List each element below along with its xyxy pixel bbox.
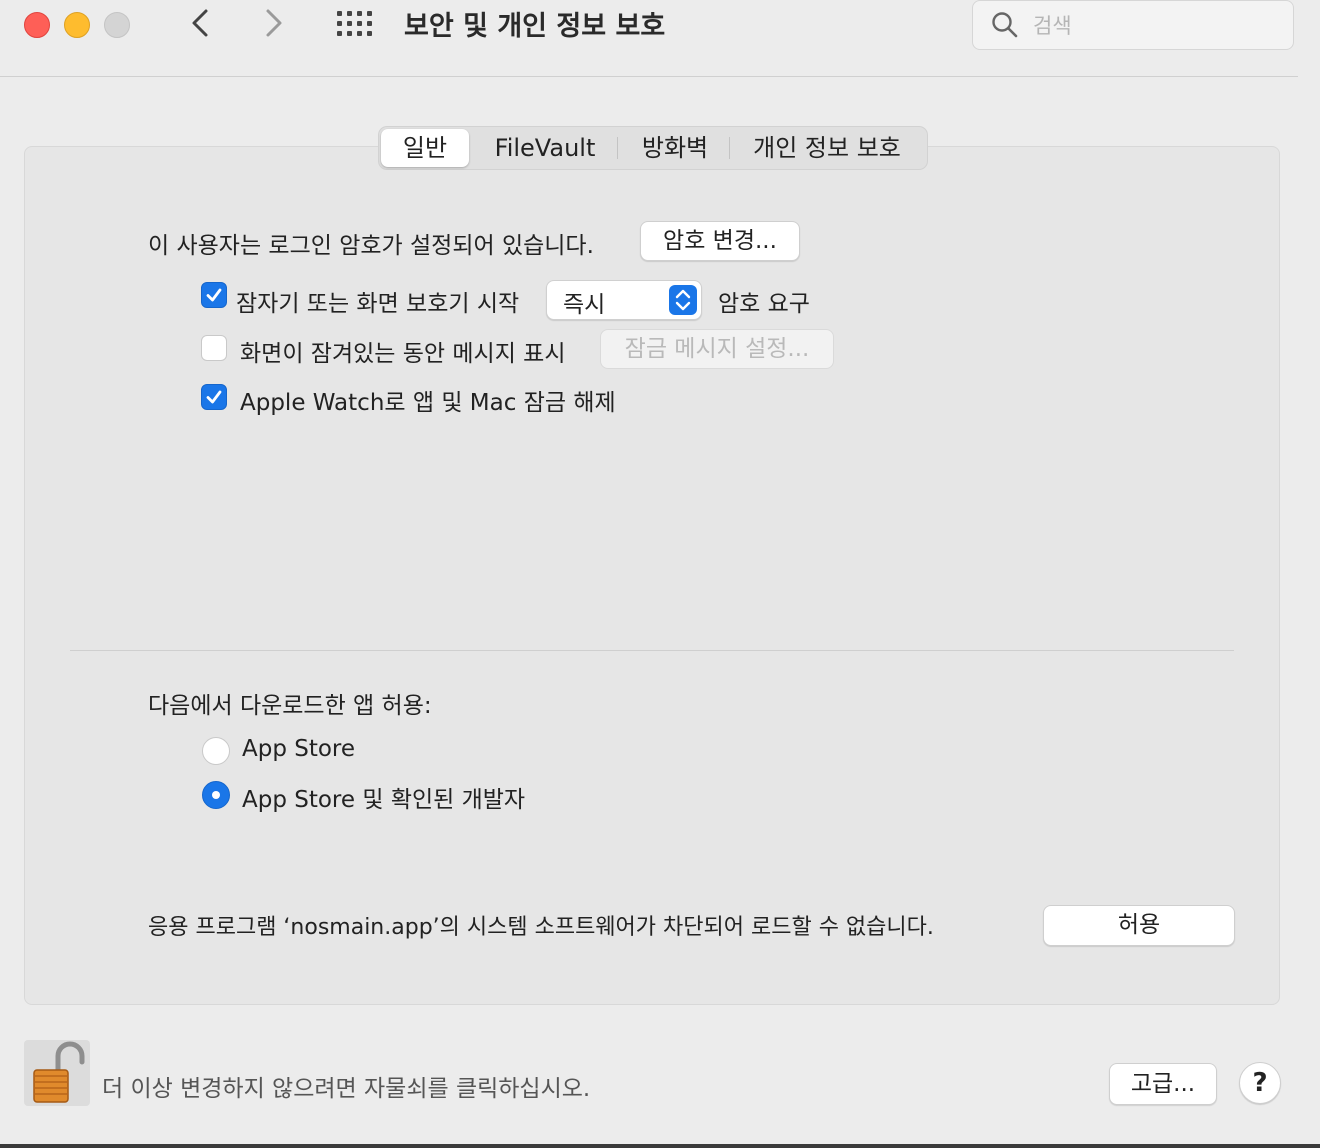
checkmark-icon bbox=[206, 288, 222, 302]
radio-app-store[interactable] bbox=[202, 737, 230, 765]
search-input[interactable] bbox=[1031, 9, 1275, 43]
back-chevron-icon bbox=[192, 9, 208, 37]
window-bottom-edge bbox=[0, 1144, 1320, 1148]
allow-downloads-heading: 다음에서 다운로드한 앱 허용: bbox=[148, 693, 432, 719]
blocked-software-message: 응용 프로그램 ‘nosmain.app’의 시스템 소프트웨어가 차단되어 로… bbox=[148, 915, 934, 940]
tab-filevault[interactable]: FileVault bbox=[475, 127, 615, 169]
back-button[interactable] bbox=[184, 6, 216, 40]
search-field[interactable] bbox=[972, 0, 1294, 50]
section-divider bbox=[70, 650, 1234, 651]
password-status-label: 이 사용자는 로그인 암호가 설정되어 있습니다. bbox=[148, 233, 594, 259]
radio-app-store-identified-developers[interactable] bbox=[202, 781, 230, 809]
unlocked-padlock-icon bbox=[33, 1041, 85, 1103]
minimize-button[interactable] bbox=[64, 12, 90, 38]
tab-privacy[interactable]: 개인 정보 보호 bbox=[733, 127, 921, 169]
search-icon bbox=[992, 12, 1018, 38]
require-password-label: 잠자기 또는 화면 보호기 시작 bbox=[236, 291, 520, 317]
require-password-delay-select[interactable]: 즉시 bbox=[546, 280, 702, 320]
show-all-button[interactable] bbox=[336, 10, 376, 38]
show-message-label: 화면이 잠겨있는 동안 메시지 표시 bbox=[240, 341, 566, 367]
require-password-checkbox[interactable] bbox=[201, 282, 227, 308]
checkmark-icon bbox=[206, 390, 222, 404]
window-edge bbox=[1298, 76, 1320, 1148]
window-title: 보안 및 개인 정보 보호 bbox=[404, 11, 666, 42]
general-panel bbox=[24, 146, 1280, 1005]
tab-separator bbox=[617, 137, 618, 159]
change-password-button[interactable]: 암호 변경... bbox=[640, 221, 800, 261]
zoom-button[interactable] bbox=[104, 12, 130, 38]
tab-bar: 일반 FileVault 방화벽 개인 정보 보호 bbox=[378, 126, 928, 170]
apple-watch-unlock-label: Apple Watch로 앱 및 Mac 잠금 해제 bbox=[240, 390, 616, 416]
select-value: 즉시 bbox=[563, 292, 606, 318]
stepper-icon bbox=[669, 285, 697, 315]
set-lock-message-button[interactable]: 잠금 메시지 설정... bbox=[600, 329, 834, 369]
show-message-checkbox[interactable] bbox=[201, 335, 227, 361]
lock-message: 더 이상 변경하지 않으려면 자물쇠를 클릭하십시오. bbox=[102, 1076, 591, 1102]
forward-button[interactable] bbox=[258, 6, 290, 40]
require-password-suffix: 암호 요구 bbox=[718, 291, 810, 317]
apple-watch-unlock-checkbox[interactable] bbox=[201, 384, 227, 410]
tab-firewall[interactable]: 방화벽 bbox=[621, 127, 729, 169]
radio-app-store-label: App Store bbox=[242, 736, 356, 762]
close-button[interactable] bbox=[24, 12, 50, 38]
help-button[interactable]: ? bbox=[1239, 1062, 1281, 1104]
allow-button[interactable]: 허용 bbox=[1043, 905, 1235, 946]
advanced-button[interactable]: 고급... bbox=[1109, 1063, 1217, 1105]
title-bar: 보안 및 개인 정보 보호 bbox=[0, 0, 1320, 77]
tab-general[interactable]: 일반 bbox=[381, 129, 469, 167]
radio-app-store-identified-developers-label: App Store 및 확인된 개발자 bbox=[242, 787, 526, 813]
tab-separator bbox=[729, 137, 730, 159]
grid-icon bbox=[337, 11, 372, 36]
lock-button[interactable] bbox=[24, 1040, 90, 1106]
forward-chevron-icon bbox=[266, 9, 282, 37]
